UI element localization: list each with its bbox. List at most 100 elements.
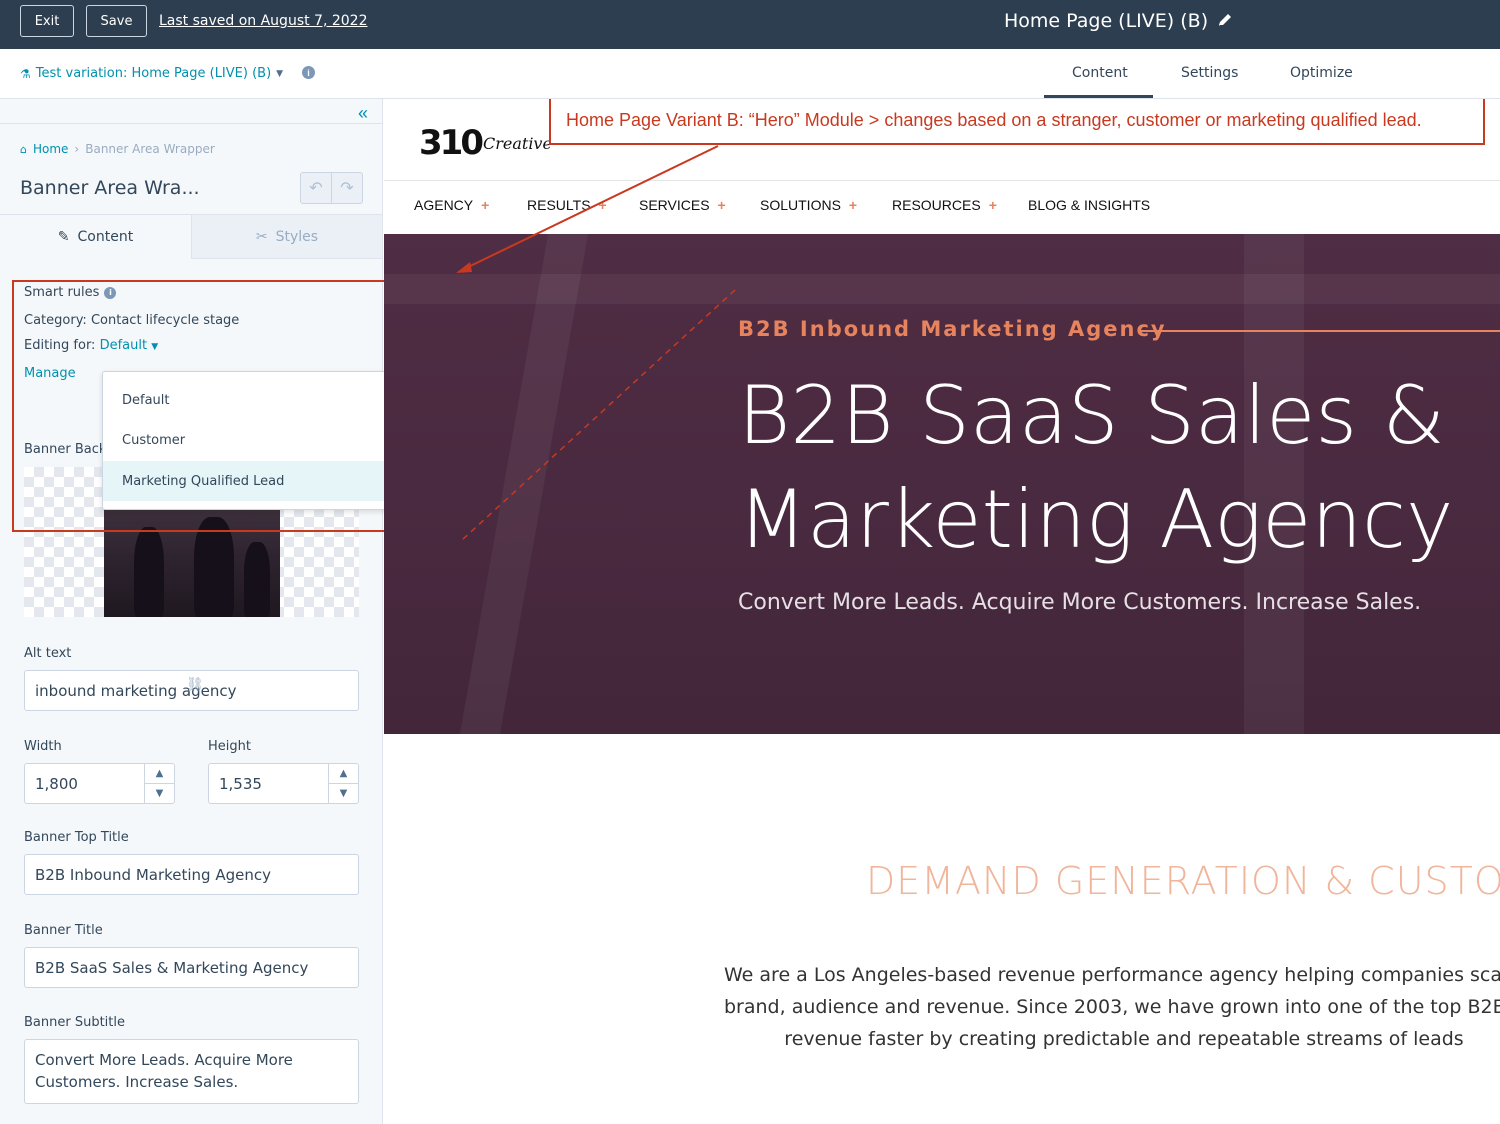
home-icon: ⌂	[20, 142, 27, 156]
site-logo[interactable]: 310 Creative	[419, 123, 552, 163]
smart-rules-label: Smart rules	[24, 285, 100, 300]
nav-label: AGENCY	[414, 197, 474, 213]
section-heading: DEMAND GENERATION & CUSTOME	[866, 859, 1500, 903]
body-line: brand, audience and revenue. Since 2003,…	[724, 996, 1500, 1018]
tab-optimize[interactable]: Optimize	[1290, 65, 1353, 81]
plus-icon: +	[717, 197, 726, 213]
banner-top-title-input[interactable]: B2B Inbound Marketing Agency	[24, 854, 359, 895]
module-editor-panel: « ⌂ Home › Banner Area Wrapper Banner Ar…	[0, 99, 442, 1124]
editing-for-row: Editing for: Default ▼	[24, 338, 158, 353]
test-variation-label: Test variation: Home Page (LIVE) (B)	[35, 66, 272, 81]
banner-title-input[interactable]: B2B SaaS Sales & Marketing Agency	[24, 947, 359, 988]
editing-for-dropdown-menu: Default Customer Marketing Qualified Lea…	[102, 371, 406, 510]
width-value: 1,800	[35, 774, 78, 793]
exit-button[interactable]: Exit	[20, 5, 74, 37]
divider	[384, 180, 1500, 181]
chevron-down-icon[interactable]: ▼	[329, 784, 358, 803]
hero-top-title: B2B Inbound Marketing Agency	[738, 317, 1167, 341]
nav-label: SOLUTIONS	[760, 197, 841, 213]
height-value: 1,535	[219, 774, 262, 793]
plus-icon: +	[848, 197, 858, 213]
chevron-right-icon: ›	[74, 142, 80, 156]
banner-subtitle-textarea[interactable]: Convert More Leads. Acquire More Custome…	[24, 1039, 359, 1104]
banner-subtitle-label: Banner Subtitle	[24, 1015, 125, 1030]
chevron-up-icon[interactable]: ▲	[145, 764, 174, 784]
site-nav: AGENCY + RESULTS + SERVICES + SOLUTIONS …	[414, 197, 1150, 213]
dropdown-option-customer[interactable]: Customer	[103, 420, 405, 460]
nav-label: RESULTS	[527, 197, 591, 213]
save-button[interactable]: Save	[86, 5, 147, 37]
editor-top-bar: Exit Save Last saved on August 7, 2022 H…	[0, 0, 1500, 49]
editing-for-select[interactable]: Default	[100, 338, 148, 353]
pencil-icon: ✎	[57, 229, 70, 245]
dropdown-option-default[interactable]: Default	[103, 380, 405, 420]
banner-background-label: Banner Back	[24, 442, 107, 457]
page-preview: 310 Creative Home Page Variant B: “Hero”…	[384, 99, 1500, 1124]
link-dimensions-icon[interactable]: ⛓	[186, 676, 204, 693]
banner-title-label: Banner Title	[24, 923, 103, 938]
plus-icon: +	[481, 197, 490, 213]
nav-item-solutions[interactable]: SOLUTIONS +	[760, 197, 892, 213]
nav-label: SERVICES	[639, 197, 710, 213]
undo-redo-group: ↶ ↷	[300, 172, 363, 204]
category-value: Contact lifecycle stage	[90, 313, 240, 328]
hero-module[interactable]: B2B Inbound Marketing Agency B2B SaaS Sa…	[384, 234, 1500, 734]
breadcrumb: ⌂ Home › Banner Area Wrapper	[20, 142, 215, 156]
nav-label: RESOURCES	[892, 197, 981, 213]
chevron-up-icon[interactable]: ▲	[329, 764, 358, 784]
page-title: Home Page (LIVE) (B)	[1004, 10, 1209, 32]
tab-settings[interactable]: Settings	[1181, 65, 1238, 81]
nav-item-resources[interactable]: RESOURCES +	[892, 197, 1028, 213]
body-line: revenue faster by creating predictable a…	[784, 1028, 1464, 1050]
plus-icon: +	[598, 197, 607, 213]
hero-subtitle: Convert More Leads. Acquire More Custome…	[738, 590, 1422, 615]
panel-tab-content[interactable]: ✎ Content	[0, 214, 191, 259]
hero-title-line: B2B SaaS Sales &	[738, 369, 1445, 462]
manage-link[interactable]: Manage	[24, 366, 76, 381]
editor-sub-bar: ⚗ Test variation: Home Page (LIVE) (B) ▼…	[0, 49, 1500, 99]
width-label: Width	[24, 739, 62, 754]
intro-body-copy: We are a Los Angeles-based revenue perfo…	[724, 959, 1500, 1055]
caret-down-icon: ▼	[276, 68, 284, 79]
undo-icon[interactable]: ↶	[301, 173, 332, 203]
test-variation-dropdown[interactable]: ⚗ Test variation: Home Page (LIVE) (B) ▼	[20, 66, 283, 81]
breadcrumb-home[interactable]: Home	[33, 142, 68, 156]
info-icon[interactable]: i	[104, 286, 117, 299]
smart-rule-category: Category: Contact lifecycle stage	[24, 313, 239, 328]
info-icon[interactable]: i	[302, 66, 315, 79]
tab-content[interactable]: Content	[1072, 65, 1128, 81]
panel-tabs: ✎ Content ✂ Styles	[0, 214, 383, 259]
hero-title-line: Marketing Agency	[738, 473, 1454, 566]
height-label: Height	[208, 739, 251, 754]
height-input[interactable]: 1,535 ▲ ▼	[208, 763, 359, 804]
width-input[interactable]: 1,800 ▲ ▼	[24, 763, 175, 804]
chevron-down-icon[interactable]: ▼	[145, 784, 174, 803]
panel-tab-content-label: Content	[77, 229, 134, 245]
banner-top-title-label: Banner Top Title	[24, 830, 129, 845]
logo-mark: 310	[419, 123, 484, 163]
alt-text-label: Alt text	[24, 646, 72, 661]
last-saved-link[interactable]: Last saved on August 7, 2022	[159, 13, 368, 29]
breadcrumb-current: Banner Area Wrapper	[85, 142, 215, 156]
logo-script: Creative	[482, 133, 552, 153]
hero-accent-line	[1140, 330, 1500, 332]
module-title: Banner Area Wra...	[20, 177, 200, 199]
nav-label: BLOG & INSIGHTS	[1028, 197, 1151, 213]
panel-tab-styles[interactable]: ✂ Styles	[191, 214, 383, 259]
nav-item-results[interactable]: RESULTS +	[527, 197, 639, 213]
redo-icon[interactable]: ↷	[332, 173, 362, 203]
caret-down-icon[interactable]: ▼	[151, 342, 158, 352]
editing-for-label: Editing for:	[24, 338, 96, 353]
collapse-panel-icon[interactable]: «	[358, 103, 368, 124]
nav-item-services[interactable]: SERVICES +	[639, 197, 760, 213]
nav-item-agency[interactable]: AGENCY +	[414, 197, 527, 213]
dropdown-option-mql[interactable]: Marketing Qualified Lead	[103, 461, 405, 501]
divider	[0, 123, 383, 124]
pencil-icon[interactable]	[1216, 11, 1234, 29]
category-label: Category:	[24, 313, 87, 328]
flask-icon: ⚗	[20, 66, 31, 81]
smart-rules-heading: Smart rules i	[24, 285, 117, 300]
width-stepper: ▲ ▼	[144, 764, 174, 803]
hero-bg-beam	[459, 234, 589, 734]
nav-item-blog[interactable]: BLOG & INSIGHTS	[1028, 197, 1150, 213]
